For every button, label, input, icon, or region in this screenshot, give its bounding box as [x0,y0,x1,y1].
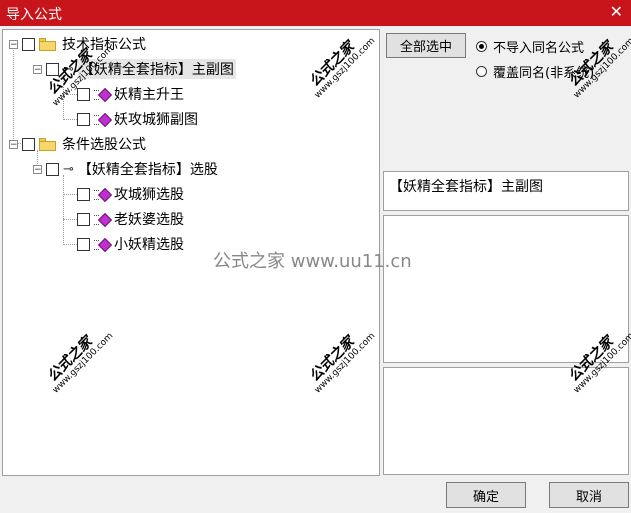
formula-gem-icon [94,87,113,103]
formula-description-box[interactable] [383,215,629,363]
tree-node-label: 妖精主升王 [114,87,184,103]
tree-node-label: 攻城狮选股 [114,187,184,203]
collapse-icon[interactable]: − [33,64,42,74]
tree-node-group-screen[interactable]: − 条件选股公式 [9,134,146,154]
select-all-button[interactable]: 全部选中 [386,33,466,58]
radio-label: 覆盖同名(非系统) [493,66,595,81]
title-bar: 导入公式 ✕ [0,0,631,26]
tree-checkbox[interactable] [22,137,35,151]
tree-node-label: 条件选股公式 [62,137,146,153]
radio-label: 不导入同名公式 [493,41,585,56]
radio-no-import-same[interactable]: 不导入同名公式 [476,37,584,56]
tree-leaf-3[interactable]: 攻城狮选股 [77,184,184,204]
tree-node-label: 【妖精全套指标】主副图 [77,59,236,79]
key-icon: ⊸ [63,61,74,77]
selected-formula-name: 【妖精全套指标】主副图 [389,179,543,195]
close-icon[interactable]: ✕ [610,3,623,21]
folder-icon [39,37,56,51]
formula-tree[interactable]: − 技术指标公式 − ⊸ 【妖精全套指标】主副图 妖精主升王 妖攻城狮副图 − … [2,29,380,476]
tree-checkbox[interactable] [77,187,90,201]
collapse-icon[interactable]: − [9,139,18,149]
selected-formula-box: 【妖精全套指标】主副图 [383,171,629,211]
tree-node-formula-screen[interactable]: − ⊸ 【妖精全套指标】选股 [33,159,218,179]
tree-node-label: 小妖精选股 [114,237,184,253]
ok-button[interactable]: 确定 [446,482,526,508]
tree-node-label: 妖攻城狮副图 [114,112,198,128]
tree-leaf-2[interactable]: 妖攻城狮副图 [77,109,198,129]
tree-checkbox[interactable] [77,87,90,101]
tree-checkbox[interactable] [77,112,90,126]
tree-node-formula-main[interactable]: − ⊸ 【妖精全套指标】主副图 [33,59,236,79]
folder-icon [39,137,56,151]
window-title: 导入公式 [6,7,62,23]
tree-leaf-5[interactable]: 小妖精选股 [77,234,184,254]
tree-leaf-4[interactable]: 老妖婆选股 [77,209,184,229]
tree-node-label: 技术指标公式 [62,37,146,53]
key-icon: ⊸ [63,161,74,177]
radio-overwrite-same[interactable]: 覆盖同名(非系统) [476,62,594,81]
cancel-button[interactable]: 取消 [549,482,629,508]
formula-params-box[interactable] [383,367,629,475]
collapse-icon[interactable]: − [33,164,42,174]
tree-checkbox[interactable] [22,37,35,51]
tree-checkbox[interactable] [46,62,59,76]
formula-gem-icon [94,112,113,128]
tree-checkbox[interactable] [77,212,90,226]
tree-leaf-1[interactable]: 妖精主升王 [77,84,184,104]
tree-node-group-tech[interactable]: − 技术指标公式 [9,34,146,54]
formula-gem-icon [94,212,113,228]
collapse-icon[interactable]: − [9,39,18,49]
radio-button[interactable] [476,66,487,77]
tree-checkbox[interactable] [77,237,90,251]
tree-checkbox[interactable] [46,162,59,176]
formula-gem-icon [94,187,113,203]
tree-node-label: 【妖精全套指标】选股 [77,162,218,178]
tree-node-label: 老妖婆选股 [114,212,184,228]
radio-button-checked[interactable] [476,41,487,52]
formula-gem-icon [94,237,113,253]
